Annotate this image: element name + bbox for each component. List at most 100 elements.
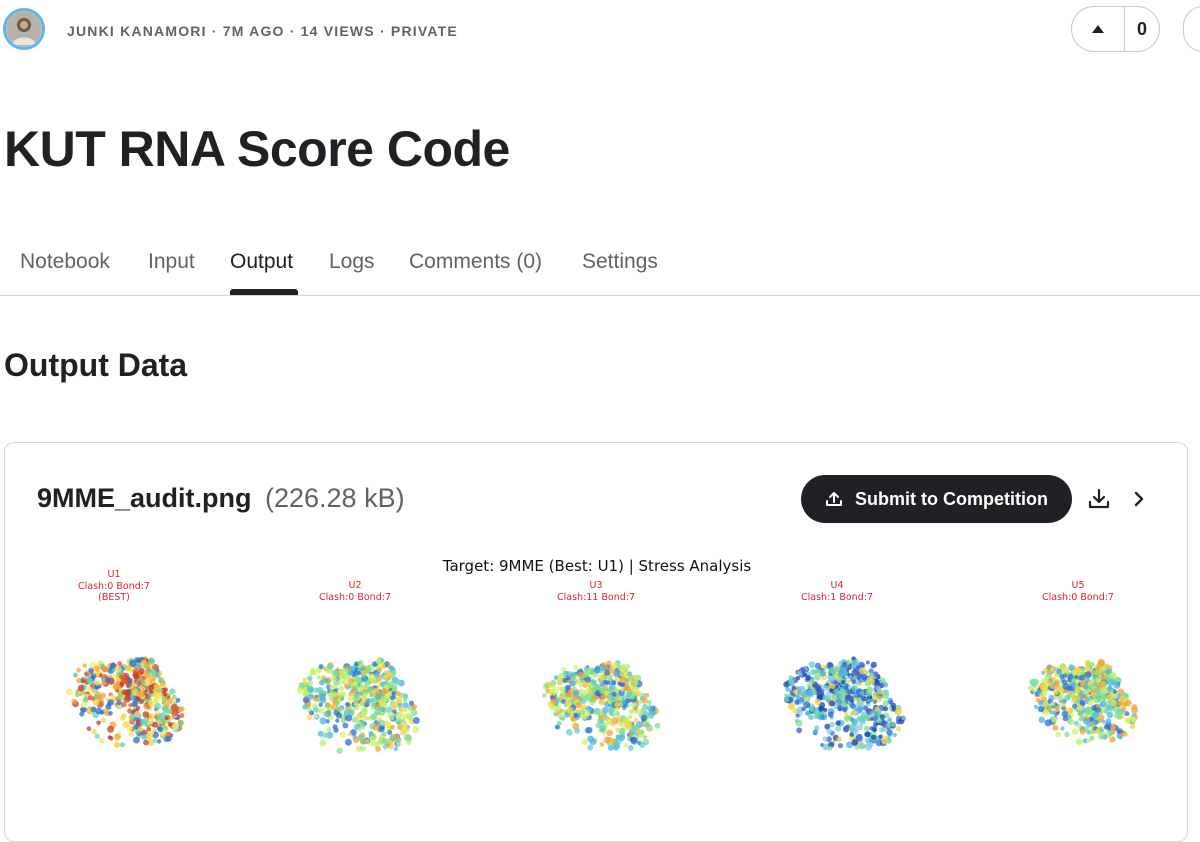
- atom-point: [171, 709, 179, 717]
- atom-point: [622, 684, 630, 692]
- atom-point: [595, 668, 601, 674]
- more-options-button[interactable]: [1183, 6, 1200, 52]
- atom-point: [171, 694, 177, 700]
- caret-up-icon: [1092, 25, 1104, 33]
- atom-point: [589, 697, 595, 703]
- atom-point: [395, 691, 401, 697]
- atom-point: [823, 685, 830, 692]
- atom-point: [559, 686, 566, 693]
- atom-point: [1075, 738, 1083, 746]
- atom-point: [1112, 689, 1118, 694]
- atom-point: [383, 694, 390, 702]
- tab-output[interactable]: Output: [230, 250, 293, 274]
- expand-button[interactable]: [1121, 481, 1157, 517]
- tab-input[interactable]: Input: [148, 250, 195, 274]
- atom-point: [379, 662, 386, 669]
- tab-logs[interactable]: Logs: [329, 250, 375, 274]
- atom-point: [1062, 683, 1070, 690]
- atom-point: [322, 677, 328, 684]
- atom-point: [346, 682, 350, 687]
- atom-point: [125, 682, 131, 688]
- atom-point: [819, 669, 827, 677]
- author-avatar[interactable]: [3, 8, 45, 50]
- file-size: (226.28 kB): [265, 483, 405, 513]
- atom-point: [810, 669, 816, 675]
- atom-point: [1090, 722, 1095, 727]
- atom-point: [633, 706, 638, 711]
- atom-point: [369, 693, 374, 698]
- atom-point: [1079, 674, 1085, 681]
- atom-point: [569, 713, 574, 718]
- atom-point: [809, 707, 814, 712]
- atom-point: [393, 747, 398, 751]
- atom-point: [578, 671, 584, 678]
- submit-to-competition-button[interactable]: Submit to Competition: [801, 475, 1072, 523]
- atom-point: [1039, 683, 1047, 691]
- atom-point: [863, 725, 870, 732]
- atom-point: [839, 669, 847, 677]
- atom-point: [302, 677, 307, 682]
- atom-point: [358, 691, 364, 696]
- atom-point: [784, 697, 790, 703]
- atom-point: [855, 680, 861, 686]
- atom-point: [854, 745, 859, 750]
- atom-point: [87, 679, 94, 685]
- atom-point: [160, 682, 165, 687]
- atom-point: [313, 714, 319, 719]
- atom-point: [142, 717, 149, 725]
- atom-point: [1116, 714, 1123, 720]
- atom-point: [625, 663, 631, 669]
- atom-point: [307, 675, 313, 681]
- atom-point: [342, 673, 350, 681]
- atom-point: [165, 703, 170, 708]
- atom-point: [352, 736, 360, 744]
- atom-point: [814, 662, 822, 670]
- atom-point: [581, 739, 588, 746]
- atom-point: [333, 727, 339, 733]
- atom-point: [890, 721, 896, 727]
- atom-point: [313, 707, 319, 713]
- atom-point: [901, 716, 906, 721]
- upvote-button[interactable]: [1072, 7, 1124, 51]
- atom-point: [866, 741, 874, 748]
- atom-point: [91, 673, 97, 679]
- atom-point: [828, 675, 836, 683]
- atom-point: [859, 690, 865, 696]
- atom-point: [360, 711, 367, 718]
- atom-point: [858, 742, 866, 750]
- atom-point: [402, 713, 409, 720]
- atom-point: [1046, 705, 1051, 711]
- atom-point: [624, 678, 629, 683]
- upload-icon: [826, 492, 842, 506]
- tab-notebook[interactable]: Notebook: [20, 250, 110, 274]
- atom-point: [87, 695, 93, 701]
- download-button[interactable]: [1081, 481, 1117, 517]
- atom-point: [785, 686, 791, 692]
- atom-point: [592, 672, 598, 678]
- atom-point: [1124, 711, 1130, 717]
- atom-point: [882, 700, 889, 707]
- atom-point: [795, 719, 803, 727]
- atom-point: [1032, 678, 1040, 686]
- atom-point: [378, 737, 383, 742]
- atom-point: [614, 702, 620, 708]
- atom-point: [367, 686, 374, 693]
- download-icon: [1088, 488, 1110, 509]
- atom-point: [365, 699, 370, 704]
- atom-point: [639, 742, 646, 748]
- atom-point: [643, 735, 648, 740]
- tab-comments[interactable]: Comments (0): [409, 250, 542, 274]
- atom-point: [1109, 678, 1116, 684]
- file-name[interactable]: 9MME_audit.png: [37, 483, 252, 514]
- atom-point: [153, 683, 160, 690]
- vote-widget: 0: [1071, 6, 1160, 52]
- atom-point: [365, 665, 372, 671]
- tab-settings[interactable]: Settings: [582, 250, 658, 274]
- atom-point: [355, 745, 363, 752]
- atom-point: [793, 689, 799, 695]
- atom-point: [1105, 718, 1112, 725]
- atom-point: [585, 726, 593, 734]
- atom-point: [138, 690, 145, 697]
- atom-point: [133, 724, 139, 730]
- atom-point: [896, 726, 902, 732]
